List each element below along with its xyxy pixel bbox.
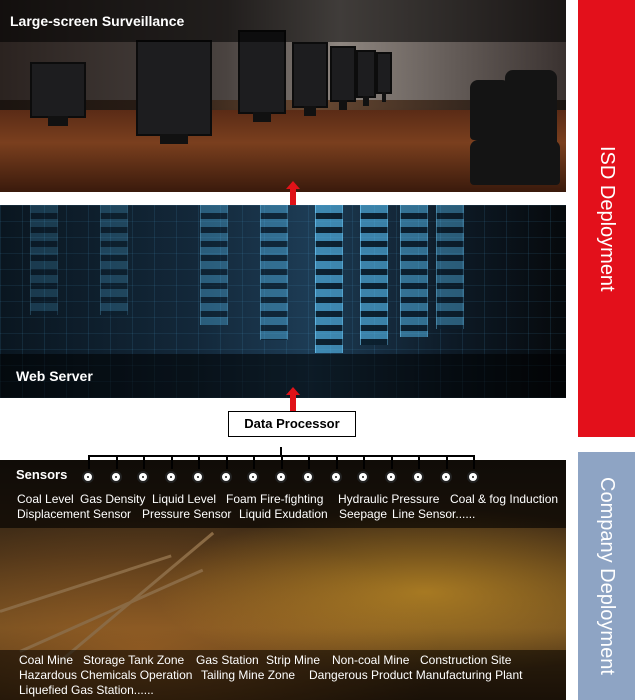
site-type: Hazardous Chemicals Operation xyxy=(19,668,193,682)
sensor-type: Coal & fog Induction xyxy=(450,492,559,506)
sensor-dot-icon xyxy=(330,471,342,483)
sensor-type: Pressure Sensor xyxy=(142,507,232,521)
mine-site-image: Sensors Coal Level Gas Density Liquid Le… xyxy=(0,460,566,700)
sensor-dot-icon xyxy=(440,471,452,483)
company-deployment-label: Company Deployment xyxy=(578,452,635,700)
sensor-connector xyxy=(88,447,475,469)
surveillance-title: Large-screen Surveillance xyxy=(0,0,566,42)
sensor-dot-icon xyxy=(357,471,369,483)
site-type: Gas Station xyxy=(196,653,259,667)
monitor-icon xyxy=(376,52,392,102)
server-rack xyxy=(260,205,288,340)
site-type: Strip Mine xyxy=(266,653,321,667)
rail-track xyxy=(59,531,215,663)
site-type: Dangerous Product Manufacturing Plant xyxy=(309,668,523,682)
site-type: Liquefied Gas Station...... xyxy=(19,683,154,697)
site-type: Storage Tank Zone xyxy=(83,653,185,667)
sensor-type: Displacement Sensor xyxy=(17,507,132,521)
sensor-dot-icon xyxy=(385,471,397,483)
sensor-dot-icon xyxy=(82,471,94,483)
server-rack xyxy=(400,205,428,337)
sensor-dot-icon xyxy=(302,471,314,483)
sensors-title: Sensors xyxy=(16,467,68,482)
site-type: Tailing Mine Zone xyxy=(201,668,296,682)
site-type: Construction Site xyxy=(420,653,512,667)
monitor-icon xyxy=(292,42,328,116)
sensor-type: Liquid Level xyxy=(152,492,217,506)
chair-icon xyxy=(470,140,560,185)
monitor-icon xyxy=(136,40,212,144)
server-rack xyxy=(100,205,128,315)
sensor-dot-icon xyxy=(247,471,259,483)
server-room-image: Web Server xyxy=(0,205,566,398)
server-rack xyxy=(30,205,58,315)
server-title: Web Server xyxy=(0,354,566,398)
site-type: Non-coal Mine xyxy=(332,653,410,667)
rail-track xyxy=(19,568,204,653)
company-deployment-text: Company Deployment xyxy=(596,477,618,675)
monitor-icon xyxy=(356,50,376,106)
data-processor-box: Data Processor xyxy=(228,411,356,437)
sensor-dot-icon xyxy=(192,471,204,483)
server-rack xyxy=(315,205,343,353)
sensor-dot-icon xyxy=(165,471,177,483)
isd-deployment-text: ISD Deployment xyxy=(596,145,618,292)
monitor-icon xyxy=(30,62,86,126)
surveillance-room-image: Large-screen Surveillance xyxy=(0,0,566,192)
sensor-dot-icon xyxy=(275,471,287,483)
sensor-dot-icon xyxy=(412,471,424,483)
site-type: Coal Mine xyxy=(19,653,74,667)
server-rack xyxy=(200,205,228,325)
sensor-type: Foam Fire-fighting xyxy=(226,492,324,506)
sensor-dot-icon xyxy=(110,471,122,483)
sensor-type: Seepage xyxy=(339,507,388,521)
chair-icon xyxy=(470,80,510,140)
server-rack xyxy=(436,205,464,329)
sensor-dot-icon xyxy=(137,471,149,483)
monitor-icon xyxy=(238,30,286,122)
sensor-type: Liquid Exudation xyxy=(239,507,328,521)
server-rack xyxy=(360,205,388,345)
sensor-type: Coal Level xyxy=(17,492,74,506)
sensor-dot-icon xyxy=(467,471,479,483)
sensor-dot-icon xyxy=(220,471,232,483)
sensor-type: Hydraulic Pressure xyxy=(338,492,440,506)
isd-deployment-label: ISD Deployment xyxy=(578,0,635,437)
monitor-icon xyxy=(330,46,356,110)
sensor-type: Line Sensor...... xyxy=(392,507,476,521)
sensor-type: Gas Density xyxy=(80,492,146,506)
rail-track xyxy=(0,554,172,613)
